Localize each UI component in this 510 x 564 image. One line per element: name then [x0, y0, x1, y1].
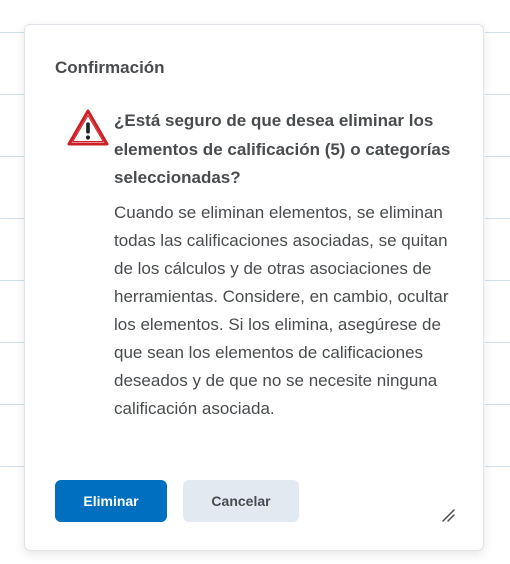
background-divider	[0, 342, 24, 343]
background-divider	[485, 280, 510, 281]
background-divider	[0, 94, 24, 95]
background-divider	[485, 156, 510, 157]
background-divider	[0, 218, 24, 219]
delete-button[interactable]: Eliminar	[55, 480, 167, 522]
warning-icon	[67, 109, 109, 147]
background-divider	[0, 156, 24, 157]
background-divider	[0, 32, 24, 33]
background-divider	[485, 218, 510, 219]
confirmation-dialog: Confirmación ¿Está seguro de que desea e…	[24, 24, 484, 551]
background-divider	[485, 466, 510, 467]
background-divider	[485, 94, 510, 95]
background-divider	[485, 404, 510, 405]
confirmation-question: ¿Está seguro de que desea eliminar los e…	[114, 111, 451, 187]
resize-handle-icon[interactable]	[441, 508, 455, 522]
confirmation-message: Cuando se eliminan elementos, se elimina…	[114, 203, 449, 418]
background-divider	[0, 280, 24, 281]
cancel-button[interactable]: Cancelar	[183, 480, 299, 522]
background-divider	[485, 342, 510, 343]
background-divider	[0, 404, 24, 405]
dialog-title: Confirmación	[55, 58, 165, 77]
background-divider	[485, 32, 510, 33]
background-divider	[0, 466, 24, 467]
